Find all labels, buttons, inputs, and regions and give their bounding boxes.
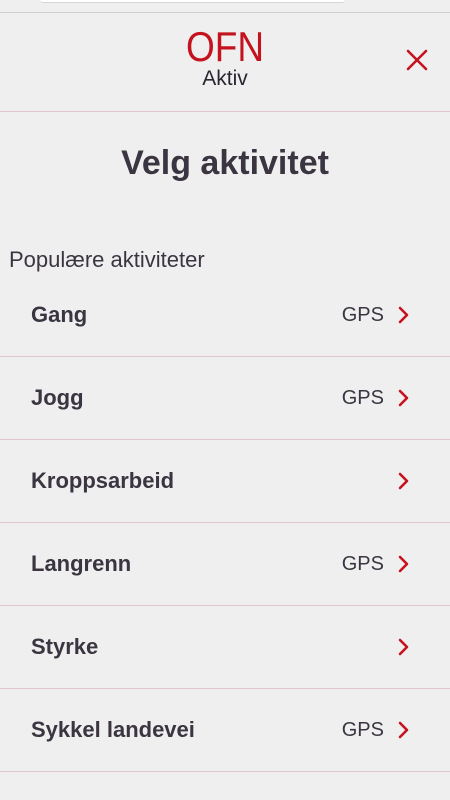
top-search-bar-stub	[40, 0, 345, 3]
logo-sub-text: Aktiv	[202, 67, 248, 90]
chevron-right-icon	[397, 555, 409, 573]
gps-badge: GPS	[341, 553, 384, 575]
close-icon	[406, 49, 428, 71]
activity-item[interactable]: Sykkel landevei GPS	[0, 689, 450, 772]
chevron-right-icon	[397, 306, 409, 324]
gps-badge: GPS	[341, 719, 384, 741]
activity-label: Kroppsarbeid	[31, 468, 175, 493]
logo-main-text: OFN	[185, 23, 265, 70]
close-button[interactable]	[404, 47, 430, 73]
activity-label: Sykkel landevei	[31, 717, 195, 742]
activity-picker-screen: OFN Aktiv Velg aktivitet Populære aktivi…	[0, 0, 450, 800]
header: OFN Aktiv	[0, 13, 450, 112]
activity-item[interactable]: Langrenn GPS	[0, 523, 450, 606]
gps-badge: GPS	[341, 304, 384, 326]
activity-label: Styrke	[31, 634, 99, 659]
activity-label: Langrenn	[31, 551, 132, 576]
activity-item[interactable]: Kroppsarbeid	[0, 440, 450, 523]
activity-label: Gang	[31, 302, 88, 327]
chevron-right-icon	[397, 389, 409, 407]
chevron-right-icon	[397, 638, 409, 656]
chevron-right-icon	[397, 721, 409, 739]
activity-label: Jogg	[31, 385, 84, 410]
activity-item[interactable]: Jogg GPS	[0, 357, 450, 440]
page-title: Velg aktivitet	[121, 144, 329, 182]
activity-list: Gang GPS Jogg GPS Kroppsarbeid Langrenn GPS Sty…	[0, 274, 450, 772]
section-heading-popular: Populære aktiviteter	[9, 247, 205, 272]
gps-badge: GPS	[341, 387, 384, 409]
chevron-right-icon	[397, 472, 409, 490]
activity-item[interactable]: Styrke	[0, 606, 450, 689]
ofn-aktiv-logo: OFN Aktiv	[0, 23, 450, 90]
activity-item[interactable]: Gang GPS	[0, 274, 450, 357]
